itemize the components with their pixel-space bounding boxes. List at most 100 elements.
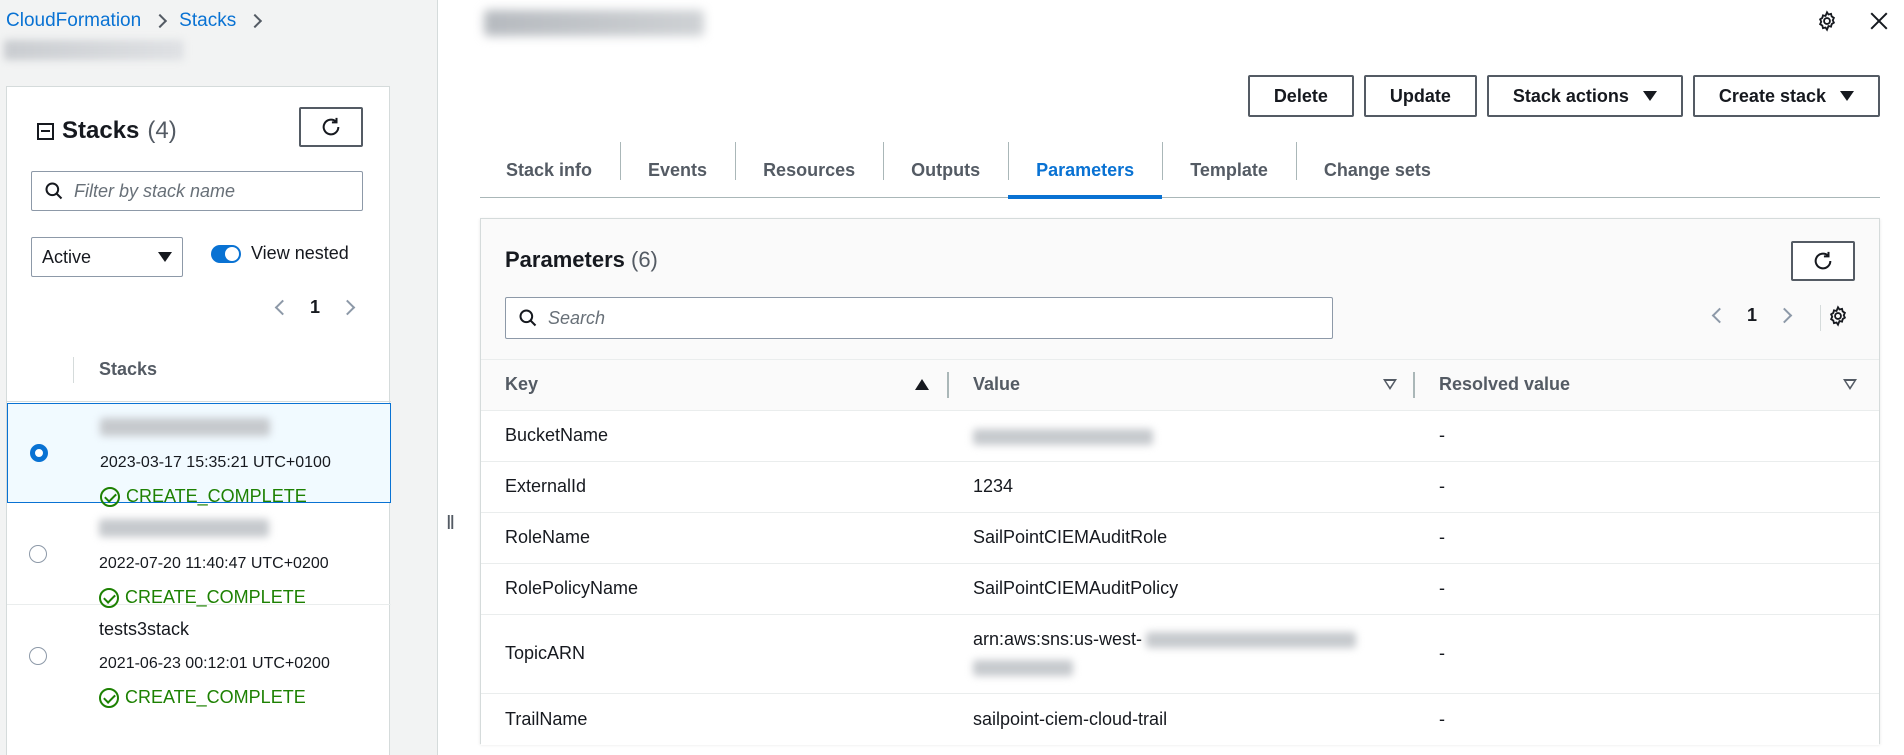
divider — [7, 401, 391, 402]
stack-actions-toolbar: Delete Update Stack actions Create stack — [1247, 75, 1880, 117]
page-number[interactable]: 1 — [1747, 305, 1757, 326]
sort-icon[interactable] — [1843, 379, 1857, 390]
create-stack-button[interactable]: Create stack — [1692, 75, 1880, 117]
stack-radio[interactable] — [29, 647, 47, 665]
param-value-text: arn:aws:sns:us-west- — [973, 629, 1143, 649]
stack-actions-label: Stack actions — [1512, 85, 1629, 106]
param-value: sailpoint-ciem-cloud-trail — [973, 709, 1168, 729]
column-header-key[interactable]: Key — [505, 374, 538, 395]
param-value-redacted — [973, 426, 1153, 447]
gear-icon[interactable] — [1816, 10, 1838, 32]
stack-row[interactable]: 2023-03-17 15:35:21 UTC+0100 CREATE_COMP… — [7, 403, 391, 507]
stacks-column-label: Stacks — [99, 359, 158, 379]
column-resizer[interactable] — [1413, 372, 1415, 398]
filter-stack-input[interactable]: Filter by stack name — [31, 171, 363, 211]
caret-down-icon — [158, 252, 172, 262]
search-placeholder: Search — [548, 307, 606, 328]
param-key: TopicARN — [505, 643, 586, 663]
refresh-icon — [322, 117, 340, 136]
param-key: ExternalId — [505, 476, 587, 496]
gear-icon[interactable] — [1827, 305, 1849, 327]
param-resolved: - — [1439, 527, 1445, 547]
refresh-icon — [1814, 251, 1832, 270]
chevron-right-icon[interactable] — [1776, 307, 1793, 324]
parameters-title: Parameters — [505, 247, 625, 272]
search-icon — [519, 309, 537, 327]
view-nested-toggle[interactable] — [211, 244, 241, 263]
stack-row[interactable]: tests3stack 2021-06-23 00:12:01 UTC+0200… — [7, 605, 391, 725]
stack-status: CREATE_COMPLETE — [100, 486, 307, 507]
stack-created-date: 2021-06-23 00:12:01 UTC+0200 — [99, 655, 330, 672]
update-label: Update — [1389, 85, 1451, 106]
refresh-parameters-button[interactable] — [1791, 241, 1855, 281]
update-button[interactable]: Update — [1363, 75, 1477, 117]
tab-resources[interactable]: Resources — [735, 142, 883, 198]
status-filter-value: Active — [42, 246, 92, 267]
panel-resize-handle[interactable]: II — [446, 512, 455, 535]
breadcrumb: CloudFormation Stacks — [6, 10, 263, 32]
chevron-left-icon[interactable] — [1711, 307, 1728, 324]
status-filter-select[interactable]: Active — [31, 237, 183, 277]
stack-status-text: CREATE_COMPLETE — [126, 486, 307, 506]
param-value-partial: arn:aws:sns:us-west- — [973, 629, 1357, 676]
refresh-stacks-button[interactable] — [299, 107, 363, 147]
parameters-pagination: 1 — [1711, 305, 1793, 326]
parameters-search-input[interactable]: Search — [505, 297, 1333, 339]
view-nested-label: View nested — [251, 243, 349, 263]
stack-name-redacted[interactable] — [99, 519, 269, 537]
stack-title-redacted — [484, 10, 704, 36]
parameters-count: (6) — [631, 247, 658, 272]
caret-down-icon — [1840, 91, 1854, 101]
tab-parameters[interactable]: Parameters — [1008, 142, 1163, 199]
param-value: 1234 — [973, 476, 1014, 496]
stack-detail-tabs: Stack info Events Resources Outputs Para… — [480, 142, 1880, 199]
column-resizer[interactable] — [947, 372, 949, 398]
param-value: SailPointCIEMAuditRole — [973, 527, 1168, 547]
stack-actions-button[interactable]: Stack actions — [1486, 75, 1683, 117]
param-resolved: - — [1439, 476, 1445, 496]
create-stack-label: Create stack — [1718, 85, 1826, 106]
page-number[interactable]: 1 — [310, 297, 320, 318]
column-divider — [73, 357, 74, 383]
panel-top-icons — [1816, 10, 1890, 32]
stacks-title: Stacks — [62, 117, 140, 144]
sort-ascending-icon[interactable] — [915, 379, 929, 390]
tab-stack-info[interactable]: Stack info — [480, 142, 620, 198]
tab-events[interactable]: Events — [620, 142, 735, 198]
stack-row[interactable]: 2022-07-20 11:40:47 UTC+0200 CREATE_COMP… — [7, 505, 391, 608]
breadcrumb-current-stack-redacted — [4, 40, 184, 60]
stack-radio[interactable] — [29, 545, 47, 563]
column-header-resolved-value[interactable]: Resolved value — [1439, 374, 1570, 395]
close-icon[interactable] — [1868, 10, 1890, 32]
chevron-left-icon[interactable] — [274, 299, 291, 316]
param-key: TrailName — [505, 709, 588, 729]
chevron-right-icon[interactable] — [339, 299, 356, 316]
tab-outputs[interactable]: Outputs — [883, 142, 1008, 198]
table-row: BucketName - — [481, 411, 1879, 462]
tab-template[interactable]: Template — [1162, 142, 1296, 198]
parameters-header: Parameters (6) — [505, 247, 658, 273]
stack-radio-selected[interactable] — [30, 444, 48, 462]
param-key: RoleName — [505, 527, 591, 547]
param-key: RolePolicyName — [505, 578, 639, 598]
parameters-table: Key Value Resolved value BucketName - Ex… — [481, 359, 1879, 745]
stack-name-redacted[interactable] — [100, 418, 270, 436]
stacks-pagination: 1 — [274, 297, 356, 318]
tab-change-sets[interactable]: Change sets — [1295, 142, 1459, 198]
filter-placeholder: Filter by stack name — [74, 180, 236, 201]
view-nested-toggle-group: View nested — [211, 243, 349, 264]
breadcrumb-cloudformation[interactable]: CloudFormation — [6, 10, 141, 32]
param-value: SailPointCIEMAuditPolicy — [973, 578, 1179, 598]
collapse-icon[interactable] — [37, 122, 54, 140]
parameters-container: Parameters (6) Search 1 Key Value Resolv… — [480, 218, 1880, 745]
stack-name[interactable]: tests3stack — [99, 619, 189, 640]
table-row: RoleName SailPointCIEMAuditRole - — [481, 513, 1879, 564]
chevron-right-icon — [153, 13, 168, 29]
table-header: Key Value Resolved value — [481, 359, 1879, 411]
column-header-value[interactable]: Value — [973, 374, 1020, 395]
param-key: BucketName — [505, 425, 609, 445]
delete-button[interactable]: Delete — [1247, 75, 1354, 117]
param-resolved: - — [1439, 643, 1445, 663]
sort-icon[interactable] — [1383, 379, 1397, 390]
breadcrumb-stacks[interactable]: Stacks — [179, 10, 236, 32]
